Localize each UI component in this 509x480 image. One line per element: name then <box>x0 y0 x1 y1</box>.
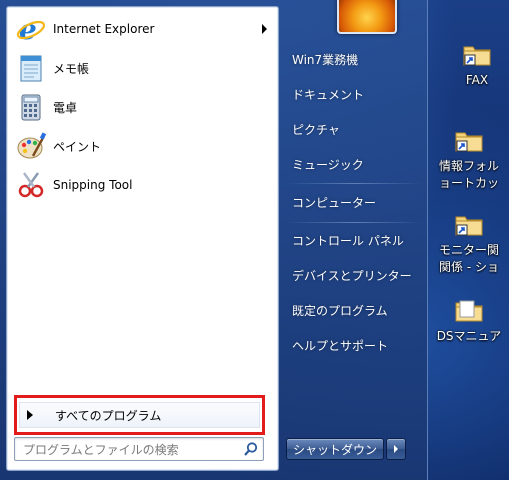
pinned-item-snipping-tool[interactable]: Snipping Tool <box>15 169 273 201</box>
all-programs-label: すべてのプログラム <box>55 408 162 423</box>
pinned-item-label: メモ帳 <box>53 61 90 76</box>
desktop-icon-label: 関係 - ショ <box>439 260 499 274</box>
right-menu-item-default-programs[interactable]: 既定のプログラム <box>287 297 432 323</box>
folder-icon <box>455 300 483 322</box>
shutdown-options-button[interactable] <box>386 438 406 460</box>
all-programs-button[interactable]: すべてのプログラム <box>14 395 265 435</box>
shutdown-label: シャットダウン <box>292 442 377 457</box>
desktop-icon-label: ョートカッ <box>438 176 499 190</box>
pinned-item-calculator[interactable]: 電卓 <box>15 91 273 123</box>
user-picture[interactable] <box>337 0 397 34</box>
desktop-icon-info-folder[interactable]: 情報フォル ョートカッ <box>429 128 509 192</box>
search-icon[interactable] <box>243 441 259 457</box>
expand-arrow-icon <box>27 410 33 420</box>
right-menu-item-computer[interactable]: コンピューター <box>287 189 432 215</box>
right-menu-item-documents[interactable]: ドキュメント <box>287 81 432 107</box>
pinned-item-label: 電卓 <box>53 100 78 115</box>
desktop-icon-label: 情報フォル <box>438 159 499 173</box>
menu-label: 既定のプログラム <box>292 303 388 318</box>
desktop-icon-label: モニター関 <box>438 243 499 257</box>
pinned-item-notepad[interactable]: メモ帳 <box>15 52 273 84</box>
folder-shortcut-icon <box>455 216 483 236</box>
menu-separator <box>287 183 422 184</box>
right-menu-item-pictures[interactable]: ピクチャ <box>287 116 432 142</box>
right-menu-item-devices-printers[interactable]: デバイスとプリンター <box>287 262 432 288</box>
menu-label: ピクチャ <box>292 122 340 137</box>
start-menu-programs-pane: e Internet Explorer メモ帳 電卓 ペイント Snipping… <box>6 6 279 471</box>
menu-label: Win7業務機 <box>292 52 359 67</box>
start-menu: e Internet Explorer メモ帳 電卓 ペイント Snipping… <box>0 0 428 480</box>
pinned-item-label: Internet Explorer <box>53 22 155 36</box>
all-programs-row[interactable]: すべてのプログラム <box>19 402 260 428</box>
folder-shortcut-icon <box>455 132 483 152</box>
right-menu-item-control-panel[interactable]: コントロール パネル <box>287 227 432 253</box>
right-menu-item-music[interactable]: ミュージック <box>287 151 432 177</box>
desktop-icon-fax[interactable]: FAX <box>437 42 509 89</box>
pinned-item-label: ペイント <box>53 139 102 154</box>
search-input[interactable] <box>21 440 235 459</box>
calculator-icon <box>21 94 41 121</box>
search-box[interactable] <box>14 437 264 461</box>
pinned-item-label: Snipping Tool <box>53 178 133 192</box>
desktop-icon-monitor[interactable]: モニター関 関係 - ショ <box>429 212 509 276</box>
internet-explorer-icon: e <box>16 13 46 45</box>
folder-shortcut-icon <box>463 46 491 66</box>
submenu-arrow-icon[interactable] <box>262 24 267 34</box>
menu-label: ヘルプとサポート <box>292 338 389 353</box>
right-menu-item-help-support[interactable]: ヘルプとサポート <box>287 332 432 358</box>
menu-separator <box>287 222 422 223</box>
menu-label: コンピューター <box>292 195 377 210</box>
paint-icon <box>17 132 47 159</box>
shutdown-button[interactable]: シャットダウン <box>286 438 384 460</box>
desktop-icon-label: FAX <box>465 73 489 87</box>
scissors-icon <box>18 172 44 198</box>
menu-label: ミュージック <box>292 157 364 172</box>
menu-label: コントロール パネル <box>292 233 404 248</box>
menu-label: デバイスとプリンター <box>292 268 412 283</box>
desktop-icon-ds-manual[interactable]: DSマニュア <box>429 298 509 345</box>
pinned-item-paint[interactable]: ペイント <box>15 130 273 162</box>
right-menu-item-user[interactable]: Win7業務機 <box>287 46 432 72</box>
menu-label: ドキュメント <box>292 87 365 102</box>
notepad-icon <box>20 55 42 82</box>
pinned-item-internet-explorer[interactable]: e Internet Explorer <box>15 13 273 45</box>
desktop-icon-label: DSマニュア <box>436 329 502 343</box>
